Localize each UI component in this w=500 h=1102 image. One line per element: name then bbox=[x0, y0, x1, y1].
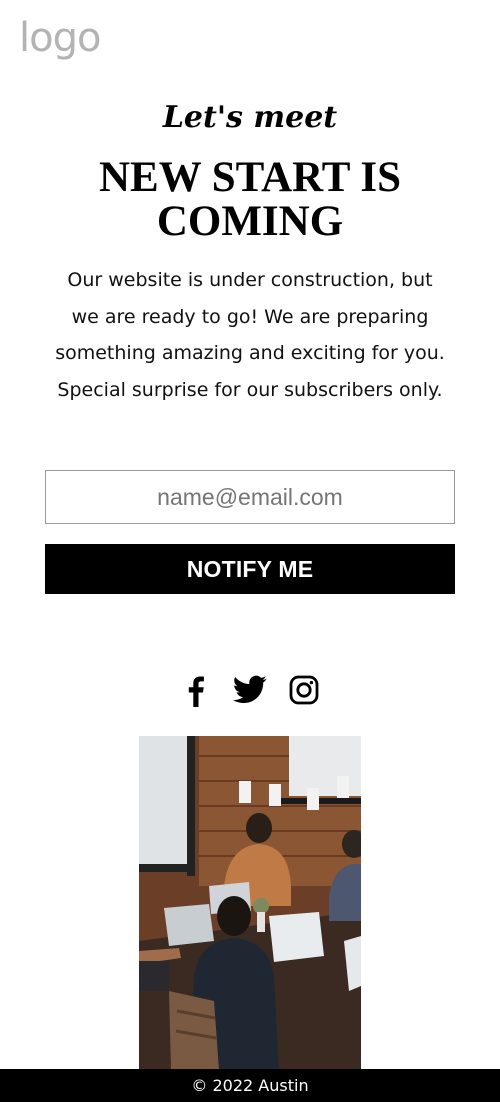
twitter-icon[interactable] bbox=[232, 672, 268, 708]
footer-copyright: © 2022 Austin bbox=[0, 1069, 500, 1102]
email-field[interactable] bbox=[45, 470, 455, 524]
instagram-icon[interactable] bbox=[286, 672, 322, 708]
hero-description: Our website is under construction, but w… bbox=[55, 269, 445, 401]
page-title: NEW START IS COMING bbox=[98, 154, 401, 245]
facebook-icon[interactable] bbox=[178, 672, 214, 708]
notify-me-button[interactable]: NOTIFY ME bbox=[45, 544, 455, 594]
hero-eyebrow: Let's meet bbox=[162, 100, 338, 135]
team-working-photo bbox=[139, 736, 361, 1070]
social-links bbox=[0, 672, 500, 708]
logo[interactable]: logo bbox=[19, 14, 101, 62]
coming-soon-page: logo Let's meet NEW START IS COMING Our … bbox=[0, 0, 500, 1102]
